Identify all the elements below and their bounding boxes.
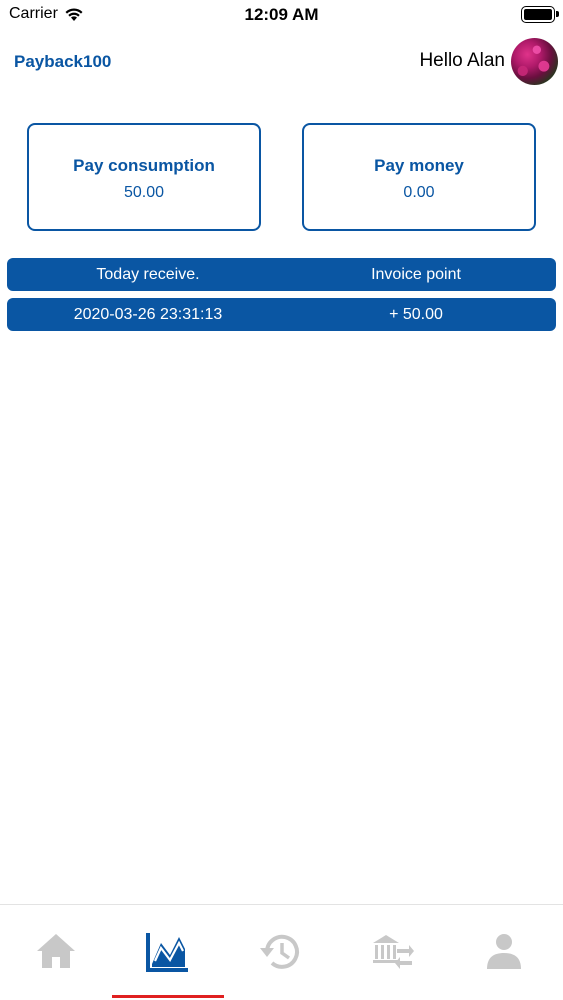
app-header: Payback100 Hello Alan [0,36,563,88]
card-title: Pay consumption [73,156,215,175]
tab-profile[interactable] [448,905,560,1000]
profile-icon [487,934,521,969]
row-points: + 50.00 [389,306,443,323]
status-bar: Carrier 12:09 AM [0,0,563,30]
card-value: 50.00 [123,184,165,201]
tab-bank-transfer[interactable] [336,905,448,1000]
status-time: 12:09 AM [244,5,319,24]
row-date: 2020-03-26 23:31:13 [73,306,223,323]
column-header-points: Invoice point [371,266,461,283]
history-icon [260,934,299,969]
home-icon [37,934,75,968]
column-header-date: Today receive. [96,266,200,283]
avatar[interactable] [511,38,558,85]
tab-history[interactable] [224,905,336,1000]
card-title: Pay money [374,156,464,175]
card-value: 0.00 [403,184,435,201]
active-tab-indicator [112,995,224,998]
table-header: Today receive. Invoice point [7,258,556,291]
bank-transfer-icon [373,935,414,969]
user-greeting: Hello Alan [419,50,505,71]
battery-icon [521,6,559,23]
chart-icon [146,933,188,972]
tab-chart[interactable] [112,905,224,1000]
tab-home[interactable] [0,905,112,1000]
pay-money-card[interactable]: Pay money 0.00 [302,123,536,231]
battery-level [524,9,552,20]
table-row[interactable]: 2020-03-26 23:31:13 + 50.00 [7,298,556,331]
pay-consumption-card[interactable]: Pay consumption 50.00 [27,123,261,231]
brand-title: Payback100 [14,52,112,71]
tab-bar [0,904,563,1000]
